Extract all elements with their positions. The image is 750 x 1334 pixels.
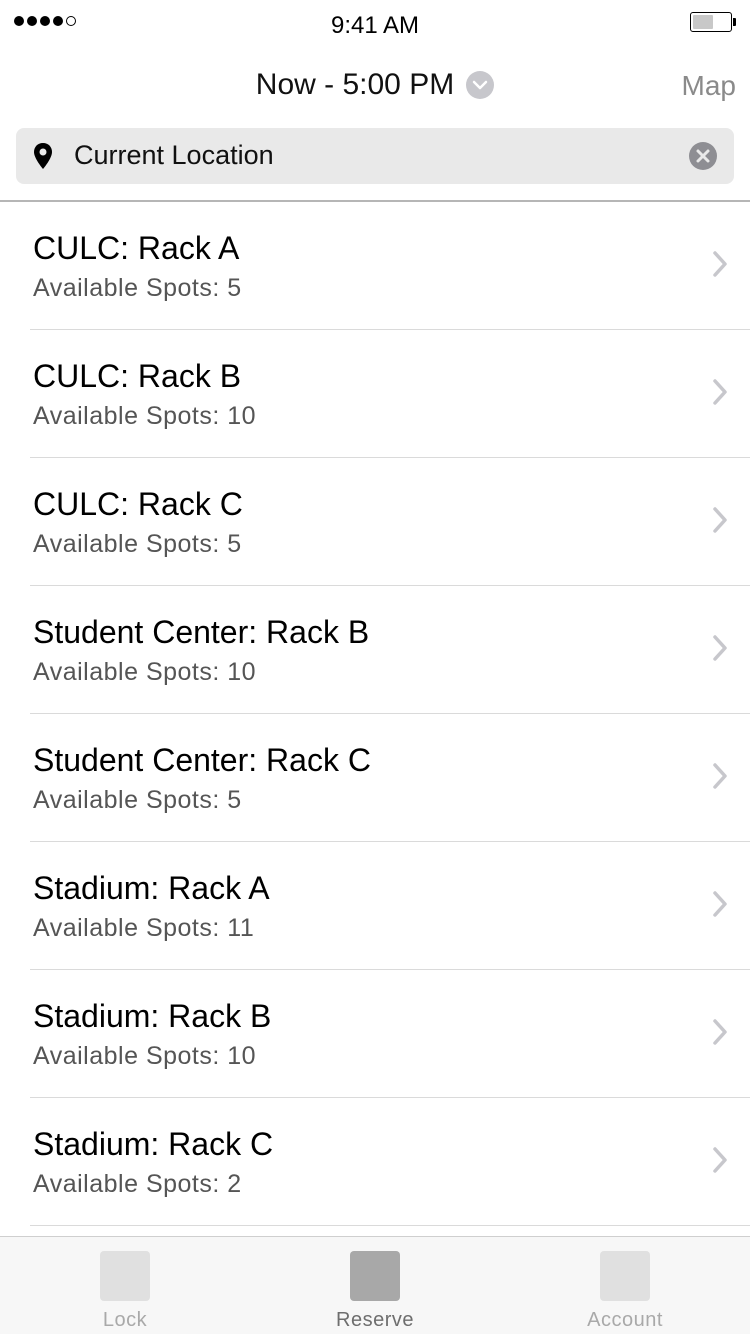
chevron-right-icon	[713, 507, 727, 533]
screen: 9:41 AM Now - 5:00 PM Map Current Locati…	[0, 0, 750, 1334]
rack-list: CULC: Rack A Available Spots: 5 CULC: Ra…	[0, 202, 750, 1226]
rack-name: Stadium: Rack B	[33, 998, 272, 1034]
rack-name: Student Center: Rack C	[33, 742, 371, 778]
rack-available-spots: Available Spots: 5	[33, 530, 242, 558]
tab-label: Reserve	[336, 1309, 414, 1331]
rack-name: Student Center: Rack B	[33, 614, 370, 650]
chevron-right-icon	[713, 891, 727, 917]
rack-name: CULC: Rack B	[33, 358, 242, 394]
battery-icon	[690, 12, 736, 32]
chevron-right-icon	[713, 635, 727, 661]
status-time: 9:41 AM	[330, 12, 420, 39]
list-item[interactable]: Student Center: Rack B Available Spots: …	[30, 586, 750, 714]
chevron-right-icon	[713, 763, 727, 789]
rack-name: CULC: Rack C	[33, 486, 243, 522]
lock-tab-icon	[100, 1251, 150, 1301]
list-item[interactable]: Student Center: Rack C Available Spots: …	[30, 714, 750, 842]
chevron-right-icon	[713, 379, 727, 405]
chevron-right-icon	[713, 1019, 727, 1045]
rack-available-spots: Available Spots: 11	[33, 914, 255, 942]
rack-name: CULC: Rack A	[33, 230, 240, 266]
rack-available-spots: Available Spots: 5	[33, 274, 242, 302]
clear-icon[interactable]	[688, 141, 718, 171]
location-search-field[interactable]: Current Location	[16, 128, 734, 184]
list-item[interactable]: CULC: Rack B Available Spots: 10	[30, 330, 750, 458]
list-item[interactable]: Stadium: Rack A Available Spots: 11	[30, 842, 750, 970]
tab-account[interactable]: Account	[500, 1237, 750, 1334]
tab-reserve[interactable]: Reserve	[250, 1237, 500, 1334]
account-tab-icon	[600, 1251, 650, 1301]
location-search-value: Current Location	[74, 140, 274, 170]
nav-bar: Now - 5:00 PM Map	[0, 56, 750, 116]
location-pin-icon	[34, 143, 52, 169]
rack-available-spots: Available Spots: 10	[33, 658, 257, 686]
rack-available-spots: Available Spots: 5	[33, 786, 242, 814]
tab-bar: Lock Reserve Account	[0, 1236, 750, 1334]
time-range-label: Now - 5:00 PM	[255, 68, 455, 101]
rack-name: Stadium: Rack A	[33, 870, 270, 906]
rack-available-spots: Available Spots: 10	[33, 1042, 257, 1070]
rack-available-spots: Available Spots: 2	[33, 1170, 242, 1198]
tab-label: Lock	[102, 1309, 148, 1331]
rack-available-spots: Available Spots: 10	[33, 402, 257, 430]
list-item[interactable]: CULC: Rack A Available Spots: 5	[30, 202, 750, 330]
chevron-right-icon	[713, 1147, 727, 1173]
reserve-tab-icon	[350, 1251, 400, 1301]
tab-lock[interactable]: Lock	[0, 1237, 250, 1334]
list-item[interactable]: Stadium: Rack B Available Spots: 10	[30, 970, 750, 1098]
list-item[interactable]: CULC: Rack C Available Spots: 5	[30, 458, 750, 586]
time-range-selector[interactable]: Now - 5:00 PM	[0, 68, 750, 102]
tab-label: Account	[587, 1309, 663, 1331]
list-item[interactable]: Stadium: Rack C Available Spots: 2	[30, 1098, 750, 1226]
chevron-right-icon	[713, 251, 727, 277]
chevron-down-icon	[466, 71, 495, 99]
status-bar: 9:41 AM	[0, 0, 750, 50]
map-button[interactable]: Map	[682, 70, 736, 102]
rack-name: Stadium: Rack C	[33, 1126, 274, 1162]
